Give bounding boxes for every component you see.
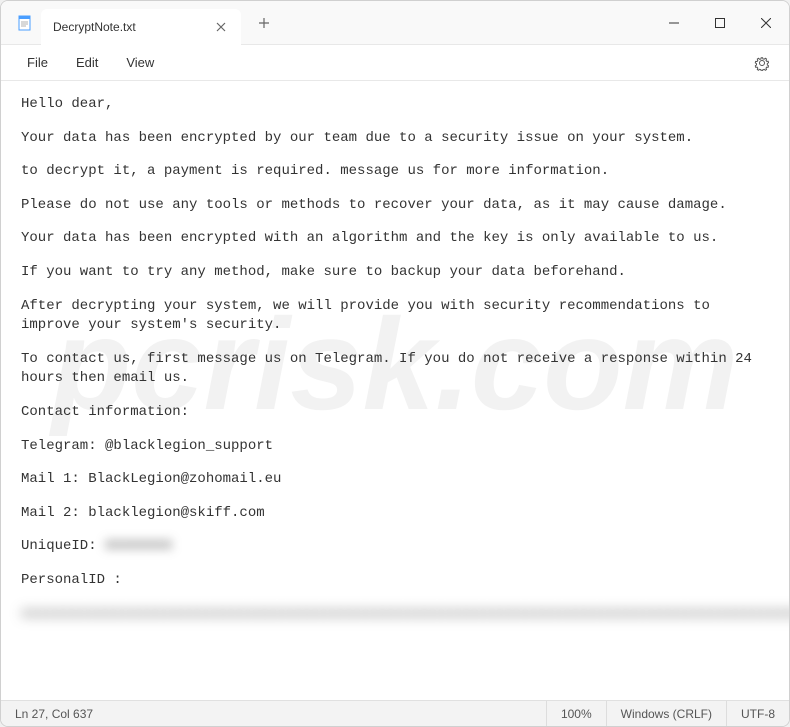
text-line: After decrypting your system, we will pr… <box>21 297 769 336</box>
text-line: PersonalID : <box>21 571 769 591</box>
maximize-button[interactable] <box>697 1 743 44</box>
gear-icon <box>754 55 770 71</box>
tab-title: DecryptNote.txt <box>53 20 213 34</box>
close-button[interactable] <box>743 1 789 44</box>
text-line: Telegram: @blacklegion_support <box>21 437 769 457</box>
text-line: Your data has been encrypted with an alg… <box>21 229 769 249</box>
tab[interactable]: DecryptNote.txt <box>41 9 241 45</box>
menu-view[interactable]: View <box>112 49 168 76</box>
notepad-window: pcrisk.com DecryptNote.txt <box>0 0 790 727</box>
text-line: Hello dear, <box>21 95 769 115</box>
titlebar: DecryptNote.txt <box>1 1 789 45</box>
text-line: If you want to try any method, make sure… <box>21 263 769 283</box>
new-tab-button[interactable] <box>249 8 279 38</box>
text-line: Please do not use any tools or methods t… <box>21 196 769 216</box>
text-line: to decrypt it, a payment is required. me… <box>21 162 769 182</box>
statusbar: Ln 27, Col 637 100% Windows (CRLF) UTF-8 <box>1 700 789 726</box>
personalid-value: xxxxxxxxxxxxxxxxxxxxxxxxxxxxxxxxxxxxxxxx… <box>21 605 769 625</box>
text-line: Mail 1: BlackLegion@zohomail.eu <box>21 470 769 490</box>
text-line: UniqueID: XXXXXXXX <box>21 537 769 557</box>
window-controls <box>651 1 789 44</box>
settings-button[interactable] <box>747 48 777 78</box>
tab-close-icon[interactable] <box>213 19 229 35</box>
status-position[interactable]: Ln 27, Col 637 <box>1 701 547 726</box>
text-line: Your data has been encrypted by our team… <box>21 129 769 149</box>
text-line: To contact us, first message us on Teleg… <box>21 350 769 389</box>
tab-area: DecryptNote.txt <box>1 1 651 45</box>
uniqueid-label: UniqueID: <box>21 538 105 554</box>
text-line: Contact information: <box>21 403 769 423</box>
status-zoom[interactable]: 100% <box>547 701 607 726</box>
status-line-ending[interactable]: Windows (CRLF) <box>607 701 727 726</box>
menu-edit[interactable]: Edit <box>62 49 112 76</box>
text-content[interactable]: Hello dear, Your data has been encrypted… <box>1 81 789 700</box>
menu-file[interactable]: File <box>13 49 62 76</box>
notepad-icon <box>17 15 33 31</box>
uniqueid-value: XXXXXXXX <box>105 537 172 557</box>
status-encoding[interactable]: UTF-8 <box>727 701 789 726</box>
minimize-button[interactable] <box>651 1 697 44</box>
text-line: Mail 2: blacklegion@skiff.com <box>21 504 769 524</box>
menubar: File Edit View <box>1 45 789 81</box>
